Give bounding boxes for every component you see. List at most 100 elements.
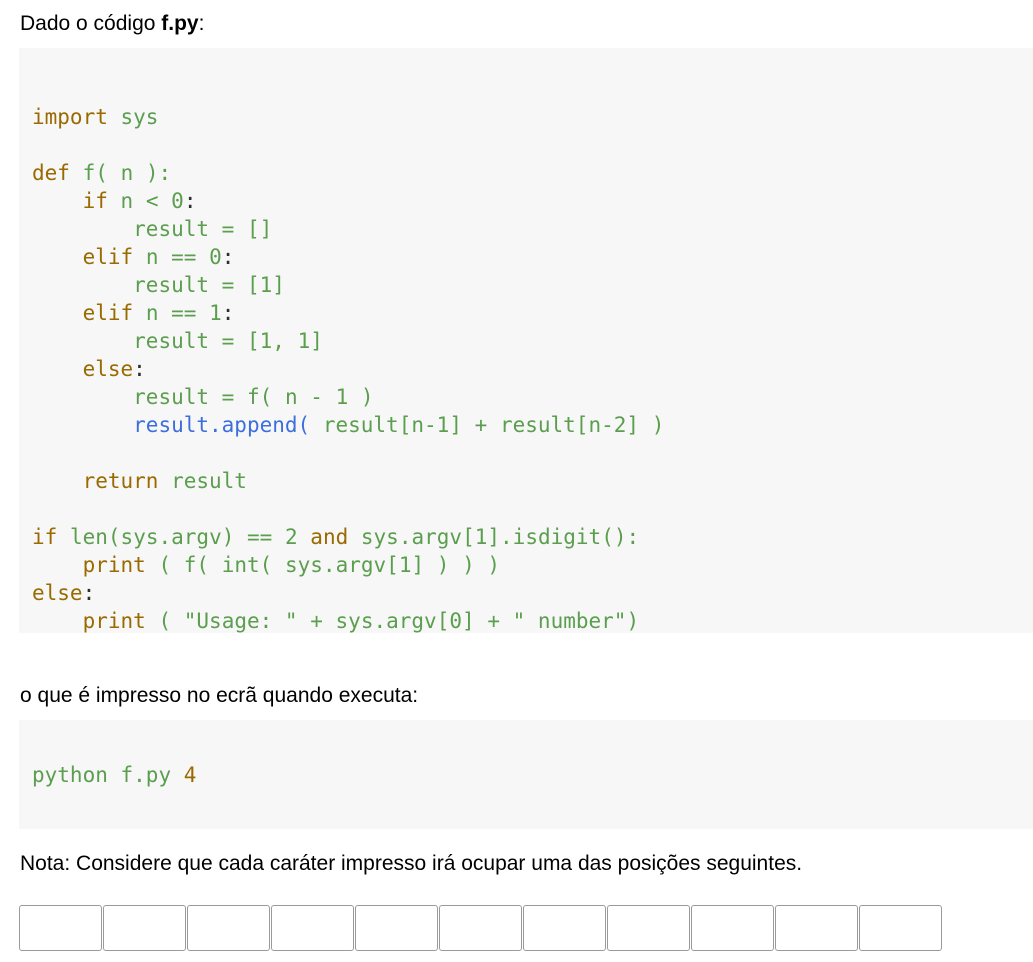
- code-token: and: [310, 525, 349, 549]
- question-text: o que é impresso no ecrã quando executa:: [20, 684, 419, 707]
- code-token: elif: [82, 301, 134, 325]
- code-token: result: [133, 273, 210, 297]
- code-token: ): [651, 413, 665, 437]
- code-token: ): [626, 609, 640, 633]
- code-token: 0: [171, 189, 184, 213]
- code-token: n: [284, 385, 298, 409]
- code-token: else: [82, 357, 134, 381]
- code-token: ]: [462, 609, 475, 633]
- answer-cell-10[interactable]: [775, 905, 858, 951]
- code-token: 0: [449, 609, 463, 633]
- code-token: 1: [335, 385, 349, 409]
- intro-suffix: :: [198, 12, 205, 35]
- code-token: ]: [626, 413, 640, 437]
- code-token: -: [424, 413, 437, 437]
- answer-cell-8[interactable]: [607, 905, 690, 951]
- code-token: f: [183, 553, 197, 577]
- code-token: return: [82, 469, 159, 493]
- code-token: :: [221, 301, 235, 325]
- code-token: 0: [209, 245, 222, 269]
- answer-cell-11[interactable]: [859, 905, 942, 951]
- code-token: result: [133, 329, 210, 353]
- code-token: n: [588, 413, 602, 437]
- note-text: Nota: Considere que cada caráter impress…: [20, 852, 803, 875]
- code-line: result = f( n - 1 ): [32, 385, 373, 409]
- code-token: else: [32, 581, 83, 605]
- code-token: ==: [171, 245, 197, 269]
- command-program: python: [32, 763, 108, 787]
- answer-cell-9[interactable]: [691, 905, 774, 951]
- code-token: ].: [487, 525, 513, 549]
- code-token: :: [133, 357, 146, 381]
- code-token: 2: [613, 413, 627, 437]
- code-token: ): [221, 525, 235, 549]
- code-line: result.append( result[n-1] + result[n-2]…: [32, 413, 664, 437]
- code-token: int: [221, 553, 260, 577]
- code-token: ():: [601, 525, 640, 549]
- code-token: -: [310, 385, 323, 409]
- code-token: import: [32, 105, 108, 129]
- command-listing: python f.py 4: [32, 761, 196, 789]
- code-token: result: [133, 385, 210, 409]
- code-token: =: [221, 385, 235, 409]
- code-token: argv: [335, 553, 387, 577]
- answer-cell-4[interactable]: [271, 905, 354, 951]
- code-token: 1: [474, 525, 488, 549]
- code-token: [: [246, 273, 260, 297]
- answer-cell-1[interactable]: [19, 905, 102, 951]
- code-token: [: [386, 553, 399, 577]
- code-token: ]: [272, 273, 285, 297]
- answer-cell-5[interactable]: [355, 905, 438, 951]
- command-file: f.py: [120, 763, 172, 787]
- command-arg: 4: [183, 763, 197, 787]
- code-token: 1: [259, 329, 273, 353]
- code-token: ,: [272, 329, 285, 353]
- code-token: ==: [247, 525, 273, 549]
- code-token: sys: [120, 105, 159, 129]
- code-token: if: [32, 525, 58, 549]
- code-token: argv: [386, 609, 437, 633]
- answer-cell-3[interactable]: [187, 905, 270, 951]
- code-line: import sys: [32, 105, 158, 129]
- intro-filename: f.py: [161, 12, 199, 35]
- code-token: ):: [145, 161, 172, 185]
- code-line: if n < 0:: [32, 189, 197, 213]
- code-token: f: [82, 161, 96, 185]
- code-token: <: [145, 189, 159, 213]
- code-token: result: [499, 413, 576, 437]
- code-token: isdigit: [512, 525, 602, 549]
- code-token: result: [171, 469, 247, 493]
- answer-cell-6[interactable]: [439, 905, 522, 951]
- code-line: elif n == 1:: [32, 301, 235, 325]
- intro-text: Dado o código f.py:: [20, 12, 204, 36]
- code-token: n: [145, 301, 159, 325]
- answer-cell-2[interactable]: [103, 905, 186, 951]
- code-listing: import sys def f ( n ): if n < 0: result …: [32, 75, 664, 635]
- code-token: argv: [411, 525, 463, 549]
- answer-cell-7[interactable]: [523, 905, 606, 951]
- code-token: =: [221, 217, 235, 241]
- code-token: result: [133, 217, 210, 241]
- code-token: def: [32, 161, 70, 185]
- code-token: [: [462, 525, 475, 549]
- code-token: =: [221, 273, 235, 297]
- code-token: f: [246, 385, 260, 409]
- code-token: ): [436, 553, 450, 577]
- code-token: (: [158, 609, 172, 633]
- code-token: .: [322, 553, 336, 577]
- code-token: "Usage: ": [183, 609, 298, 633]
- code-token: ): [487, 553, 501, 577]
- command-block: python f.py 4: [19, 720, 1033, 829]
- code-token: sys: [120, 525, 159, 549]
- code-line: else:: [32, 581, 95, 605]
- code-token: :: [221, 245, 235, 269]
- code-token: sys: [284, 553, 323, 577]
- code-token: [: [436, 609, 450, 633]
- code-token: ]: [449, 413, 462, 437]
- code-token: result.append(: [133, 413, 311, 437]
- code-token: print: [82, 553, 146, 577]
- code-token: len: [69, 525, 108, 549]
- code-token: if: [82, 189, 108, 213]
- code-token: +: [487, 609, 500, 633]
- code-token: .: [373, 609, 387, 633]
